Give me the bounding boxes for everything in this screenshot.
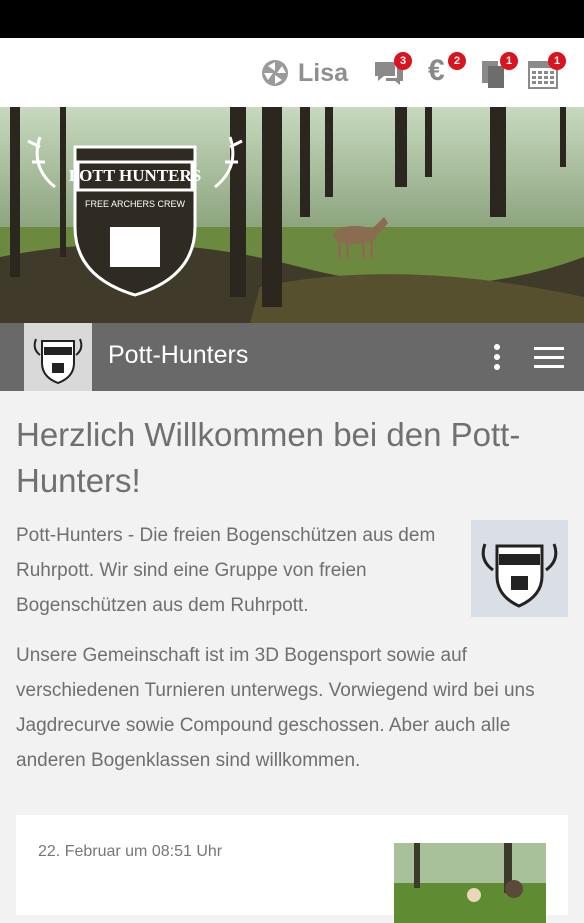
svg-text:POTT HUNTERS: POTT HUNTERS (69, 166, 201, 185)
top-toolbar: Lisa 3 € 2 1 1 (0, 38, 584, 108)
documents-button[interactable]: 1 (478, 52, 518, 90)
shield-logo-icon (481, 543, 558, 608)
title-bar: Pott-Hunters (0, 323, 584, 391)
payments-badge: 2 (448, 52, 466, 70)
more-options-icon[interactable] (486, 342, 508, 372)
forest-image: POTT HUNTERS FREE ARCHERS CREW (0, 107, 584, 323)
intro-text: Pott-Hunters - Die freien Bogenschützen … (16, 525, 436, 616)
svg-text:FREE ARCHERS CREW: FREE ARCHERS CREW (85, 199, 186, 209)
header-banner: POTT HUNTERS FREE ARCHERS CREW (0, 107, 584, 323)
user-name: Lisa (298, 58, 349, 87)
calendar-button[interactable]: 1 (526, 52, 566, 90)
status-bar (0, 0, 584, 38)
forest-thumbnail-image (394, 843, 546, 923)
documents-badge: 1 (500, 52, 518, 70)
euro-icon: € (428, 54, 445, 87)
body-text: Unsere Gemeinschaft ist im 3D Bogensport… (16, 645, 535, 771)
user-menu[interactable]: Lisa (260, 56, 348, 90)
post-date: 22. Februar um 08:51 Uhr (38, 843, 223, 860)
main-content: Herzlich Willkommen bei den Pott-Hunters… (16, 412, 568, 771)
page-title: Pott-Hunters (108, 341, 249, 369)
messages-badge: 3 (394, 52, 412, 70)
menu-icon[interactable] (532, 344, 566, 370)
post-thumbnail[interactable] (394, 843, 546, 923)
intro-logo-image (471, 520, 568, 617)
messages-button[interactable]: 3 (372, 52, 412, 90)
payments-button[interactable]: € 2 (426, 52, 466, 90)
group-logo[interactable] (24, 323, 92, 391)
post-card[interactable]: 22. Februar um 08:51 Uhr (16, 815, 568, 923)
welcome-heading: Herzlich Willkommen bei den Pott-Hunters… (16, 416, 521, 499)
app-logo-icon (262, 60, 288, 86)
calendar-badge: 1 (548, 52, 566, 70)
shield-logo-icon (33, 338, 83, 385)
